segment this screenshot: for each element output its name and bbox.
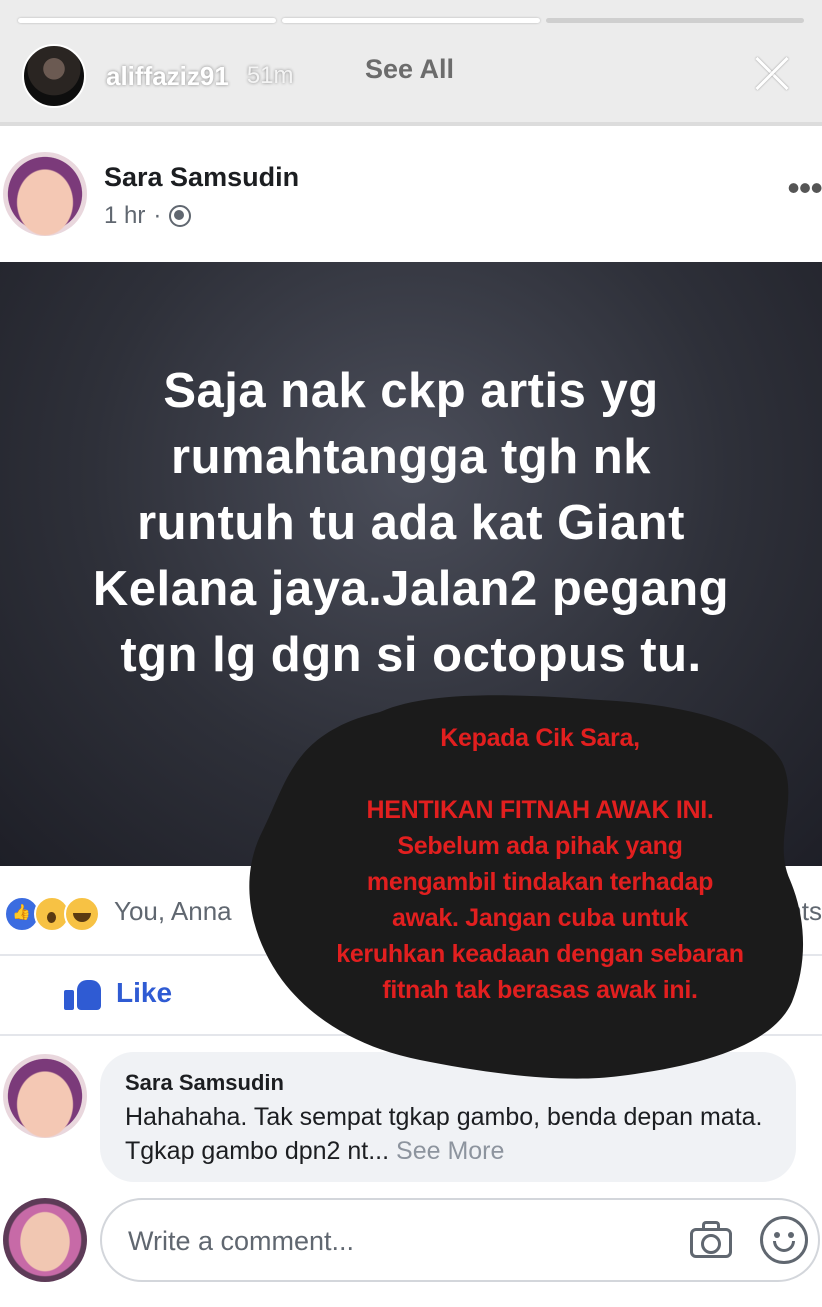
story-progress-segment [282, 18, 540, 23]
story-timestamp: 51m [246, 62, 294, 89]
thumbs-up-icon [64, 976, 102, 1010]
post-text-line: Kelana jaya.Jalan2 pegang [92, 562, 730, 616]
meta-separator: · [153, 202, 162, 229]
comment-text: Hahahaha. Tak sempat tgkap gambo, benda … [125, 1100, 775, 1168]
post-text: Saja nak ckp artis yg rumahtangga tgh nk… [0, 358, 822, 688]
like-button-label: Like [116, 977, 173, 1008]
post-time: 1 hr [104, 202, 146, 229]
comment-author[interactable]: Sara Samsudin [125, 1070, 284, 1096]
comments-count[interactable]: nts [787, 896, 822, 927]
overlay-line: Sebelum ada pihak yang [397, 832, 683, 860]
story-user-avatar[interactable] [22, 44, 86, 108]
camera-icon[interactable] [690, 1220, 736, 1260]
comment-composer [0, 1192, 822, 1302]
reaction-names[interactable]: You, Anna [114, 896, 232, 927]
current-user-avatar [3, 1198, 87, 1282]
see-all-link[interactable]: See All [365, 54, 454, 85]
see-more-link[interactable]: See More [396, 1137, 504, 1165]
smiley-icon[interactable] [760, 1216, 808, 1264]
comment-item: Sara Samsudin Hahahaha. Tak sempat tgkap… [0, 1052, 822, 1192]
facebook-post-card: Sara Samsudin 1 hr · ••• Saja nak ckp ar… [0, 122, 822, 1307]
overlay-line: fitnah tak berasas awak ini. [382, 976, 698, 1004]
overlay-line: keruhkan keadaan dengan sebaran [336, 940, 744, 968]
overlay-greeting: Kepada Cik Sara, [440, 724, 640, 752]
overlay-note: Kepada Cik Sara, HENTIKAN FITNAH AWAK IN… [290, 720, 790, 1008]
overlay-line: awak. Jangan cuba untuk [392, 904, 688, 932]
post-text-line: tgn lg dgn si octopus tu. [120, 628, 702, 682]
overlay-line: HENTIKAN FITNAH AWAK INI. [366, 796, 714, 824]
story-header: aliffaziz91 51m See All [22, 40, 802, 112]
story-progress-bar [18, 18, 804, 23]
divider [0, 1034, 822, 1036]
comment-bubble: Sara Samsudin Hahahaha. Tak sempat tgkap… [100, 1052, 796, 1182]
story-progress-segment [18, 18, 276, 23]
close-icon[interactable] [746, 48, 798, 100]
overlay-line: mengambil tindakan terhadap [366, 868, 714, 896]
haha-reaction-icon [64, 896, 100, 932]
reaction-icons [4, 896, 100, 932]
post-author-name[interactable]: Sara Samsudin [104, 162, 299, 193]
post-header: Sara Samsudin 1 hr · ••• [0, 150, 822, 250]
globe-icon [169, 205, 192, 227]
commenter-avatar[interactable] [3, 1054, 87, 1138]
author-avatar[interactable] [3, 152, 87, 236]
story-username[interactable]: aliffaziz91 [106, 61, 229, 92]
post-meta: 1 hr · [104, 202, 192, 230]
comment-input[interactable] [126, 1218, 650, 1264]
comment-input-box[interactable] [100, 1198, 820, 1282]
post-text-line: runtuh tu ada kat Giant [137, 496, 685, 550]
more-options-icon[interactable]: ••• [787, 170, 822, 206]
story-progress-segment [546, 18, 804, 23]
post-text-line: rumahtangga tgh nk [171, 430, 651, 484]
post-text-line: Saja nak ckp artis yg [163, 364, 659, 418]
like-button[interactable]: Like [64, 976, 172, 1010]
